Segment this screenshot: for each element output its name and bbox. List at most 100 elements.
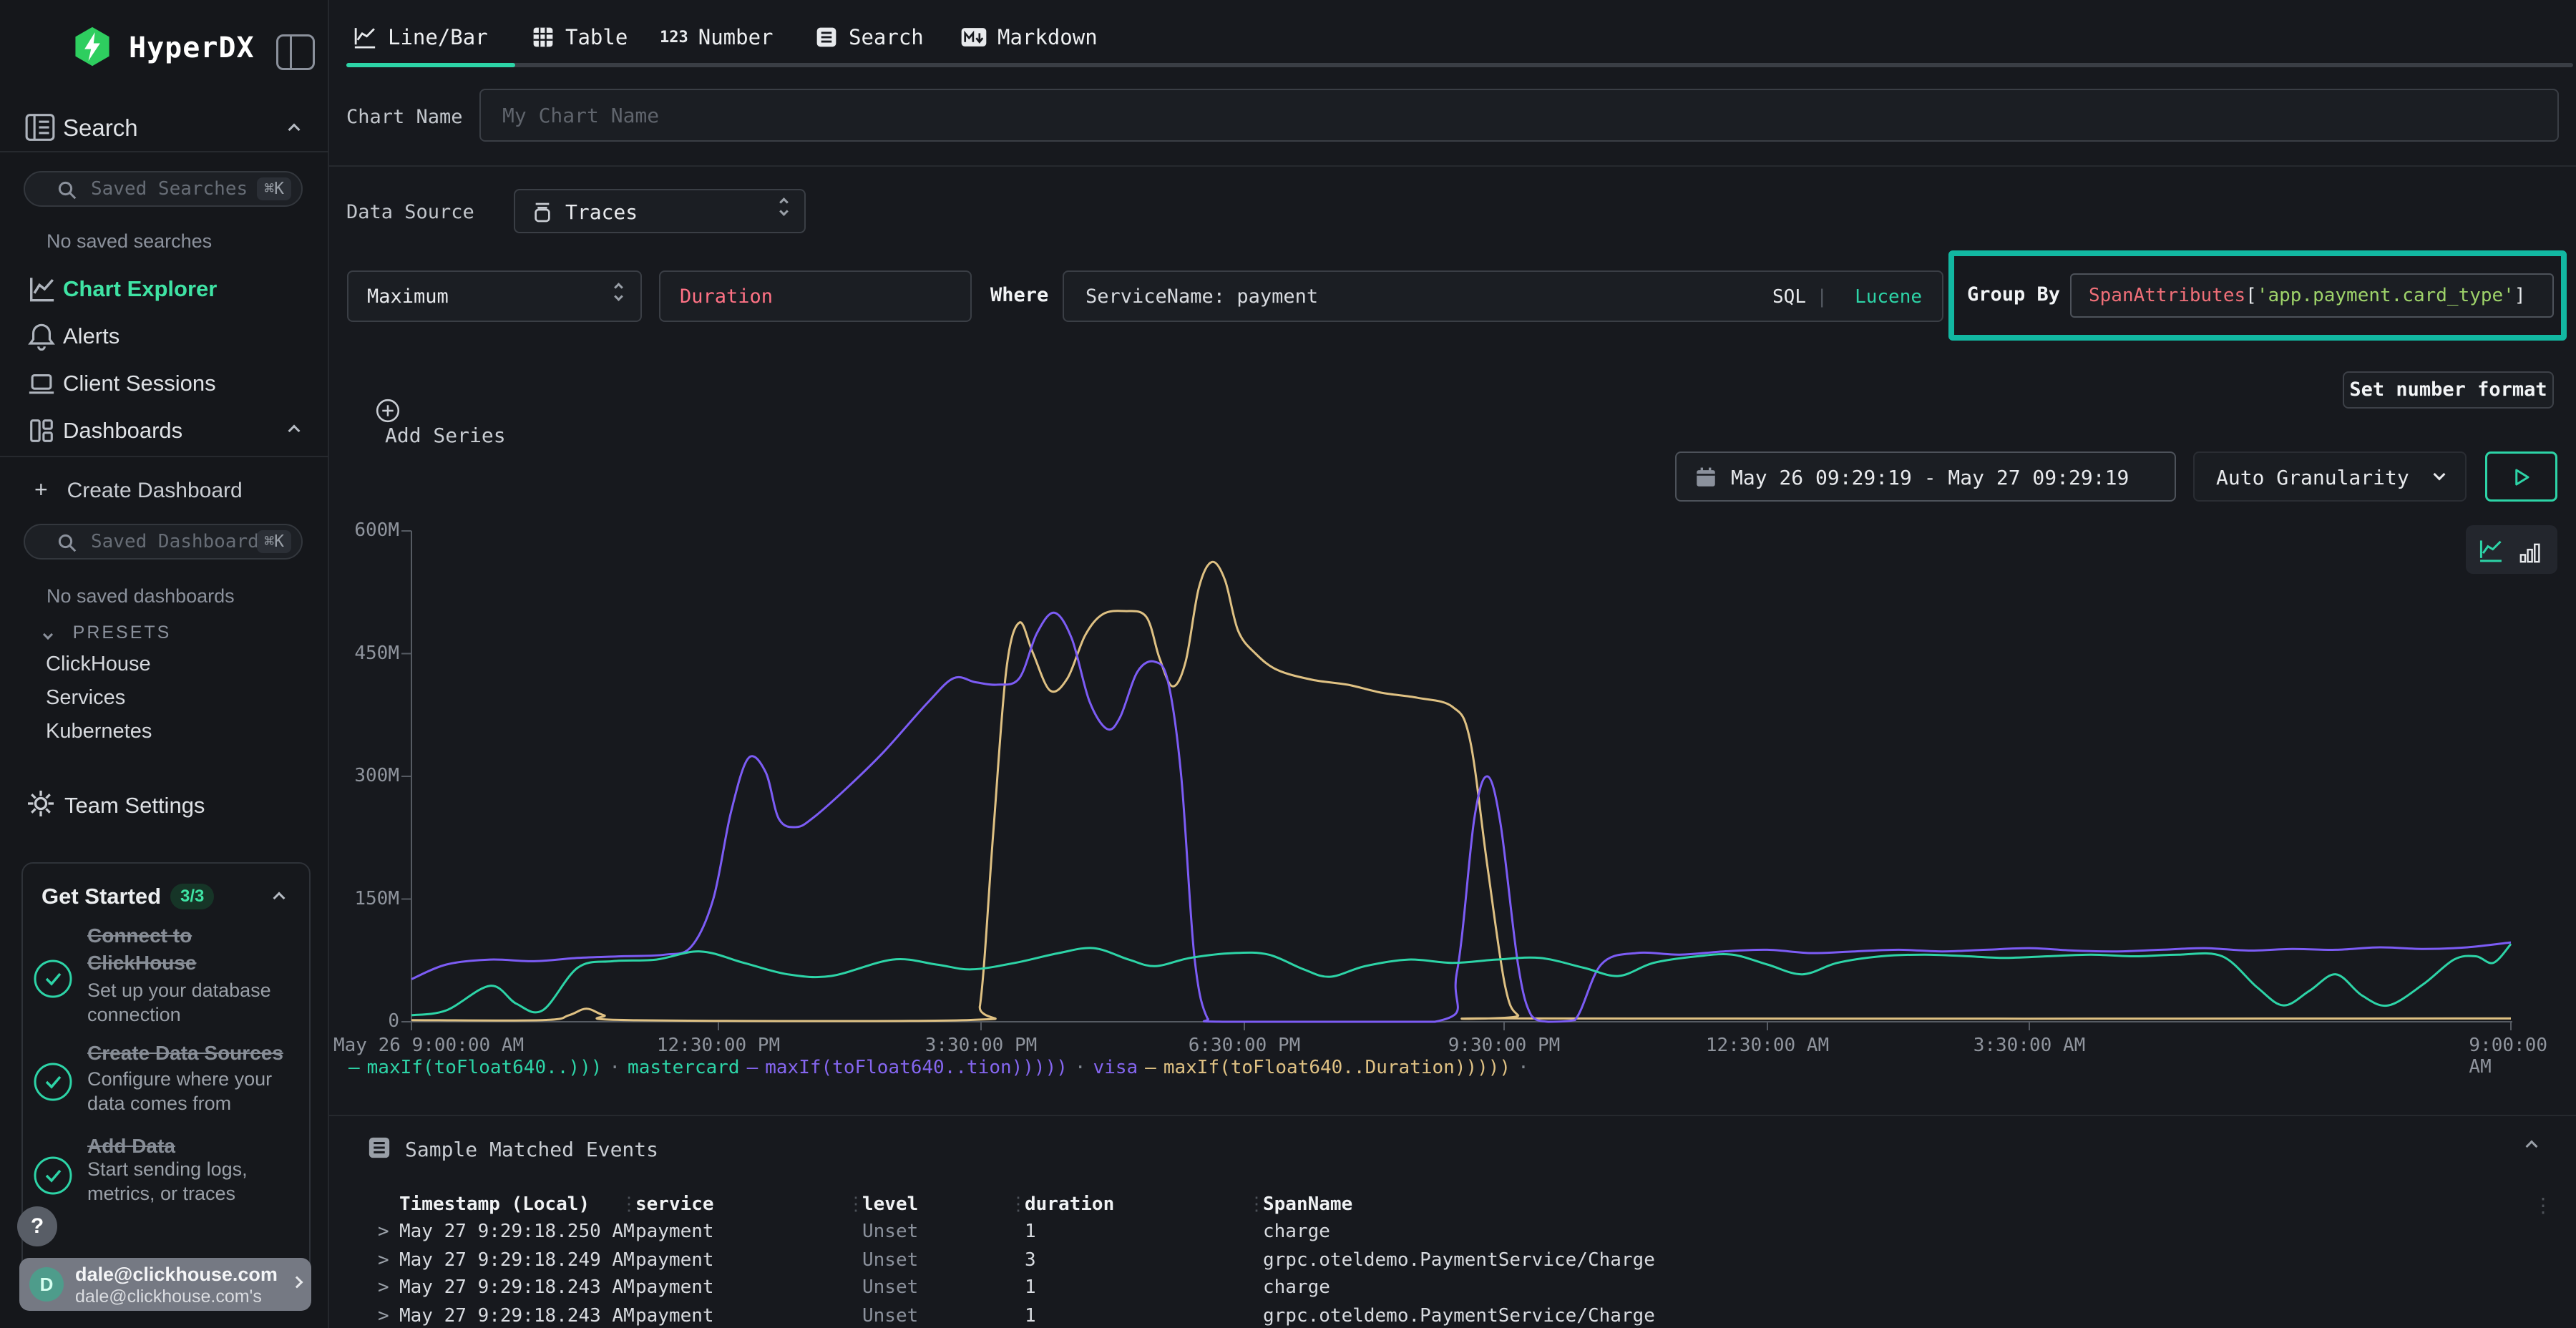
sidebar-item-client-sessions[interactable]: Client Sessions (0, 363, 329, 404)
table-cell[interactable]: charge (1263, 1276, 1330, 1298)
table-cell[interactable]: 3 (1025, 1249, 1036, 1271)
table-cell[interactable]: 1 (1025, 1276, 1036, 1298)
table-column-header[interactable]: SpanName (1263, 1193, 1352, 1215)
table-cell[interactable]: May 27 9:29:18.243 AM (399, 1305, 635, 1327)
table-cell[interactable]: charge (1263, 1221, 1330, 1242)
mode-separator: | (1816, 286, 1828, 308)
table-cell[interactable]: 1 (1025, 1221, 1036, 1242)
row-expand-chevron-icon[interactable]: > (378, 1249, 389, 1271)
table-column-header[interactable]: service (635, 1193, 714, 1215)
saved-searches-pill[interactable]: ⌘K (24, 171, 303, 207)
table-cell[interactable]: grpc.oteldemo.PaymentService/Charge (1263, 1305, 1655, 1327)
search-collapse-icon[interactable] (288, 124, 301, 136)
table-column-header[interactable]: Timestamp (Local) (399, 1193, 590, 1215)
get-started-badge: 3/3 (170, 884, 214, 909)
user-chip[interactable]: D dale@clickhouse.com dale@clickhouse.co… (19, 1258, 311, 1311)
table-cell[interactable]: grpc.oteldemo.PaymentService/Charge (1263, 1249, 1655, 1271)
set-number-format-button[interactable]: Set number format (2343, 371, 2554, 409)
table-cell[interactable]: May 27 9:29:18.249 AM (399, 1249, 635, 1271)
column-drag-handle-icon[interactable]: ⋮ (1009, 1193, 1028, 1215)
chart-name-input[interactable] (501, 90, 2162, 140)
x-tick-label: 3:30:00 PM (925, 1035, 1038, 1056)
sidebar-item-alerts[interactable]: Alerts (0, 316, 329, 356)
table-tab-icon (531, 25, 555, 49)
sidebar-item-chart-explorer[interactable]: Chart Explorer (0, 269, 329, 309)
chart-legend[interactable]: —maxIf(toFloat640..)))·mastercard—maxIf(… (348, 1057, 1536, 1078)
row-expand-chevron-icon[interactable]: > (378, 1221, 389, 1242)
table-cell[interactable]: Unset (862, 1221, 918, 1242)
table-cell[interactable]: Unset (862, 1305, 918, 1327)
chart-name-field[interactable] (479, 89, 2559, 142)
table-cell[interactable]: May 27 9:29:18.243 AM (399, 1276, 635, 1298)
date-range-picker[interactable]: May 26 09:29:19 - May 27 09:29:19 (1675, 451, 2176, 502)
sidebar-item-search[interactable]: Search (63, 114, 138, 142)
table-cell[interactable]: Unset (862, 1276, 918, 1298)
sidebar-item-team-settings[interactable]: Team Settings (64, 793, 205, 819)
presets-header[interactable]: PRESETS (44, 622, 171, 643)
sql-mode-toggle[interactable]: SQL (1772, 286, 1806, 308)
saved-dashboards-pill[interactable]: ⌘K (24, 524, 303, 560)
table-cell[interactable]: 1 (1025, 1305, 1036, 1327)
sidebar-collapse-icon[interactable] (276, 34, 315, 70)
series-line-mastercard (411, 612, 2511, 1022)
dashboards-collapse-icon[interactable] (288, 425, 301, 437)
column-drag-handle-icon[interactable]: ⋮ (620, 1193, 638, 1215)
saved-dashboards-input[interactable] (89, 528, 268, 555)
granularity-select[interactable]: Auto Granularity (2193, 451, 2467, 502)
sidebar-preset-item[interactable]: Kubernetes (46, 720, 152, 743)
column-drag-handle-icon[interactable]: ⋮ (1247, 1193, 1266, 1215)
row-expand-chevron-icon[interactable]: > (378, 1305, 389, 1327)
line-chart-toggle-icon[interactable] (2477, 537, 2504, 564)
tabbar-track (346, 63, 2573, 67)
table-column-header[interactable]: level (862, 1193, 918, 1215)
sidebar-preset-item[interactable]: ClickHouse (46, 653, 151, 676)
series-line-default (411, 944, 2511, 1015)
tab-table[interactable]: Table (531, 16, 628, 59)
group-by-value: SpanAttributes['app.payment.card_type'] (2089, 285, 2526, 306)
divider (329, 1115, 2576, 1116)
group-by-field[interactable]: SpanAttributes['app.payment.card_type'] (2070, 273, 2554, 318)
get-started-item-title[interactable]: Connect to ClickHouse (87, 922, 197, 977)
table-cell[interactable]: Unset (862, 1249, 918, 1271)
divider (0, 456, 329, 457)
get-started-collapse-icon[interactable] (273, 892, 286, 904)
y-tick-label: 0 (301, 1010, 399, 1032)
table-column-header[interactable]: duration (1025, 1193, 1114, 1215)
run-query-button[interactable] (2485, 451, 2557, 502)
table-cell[interactable]: payment (635, 1276, 714, 1298)
column-drag-handle-icon[interactable]: ⋮ (847, 1193, 865, 1215)
tab-markdown[interactable]: Markdown (960, 16, 1098, 59)
legend-line-swatch: — (1145, 1057, 1156, 1078)
tab-line-bar[interactable]: Line/Bar (352, 16, 488, 59)
table-cell[interactable]: May 27 9:29:18.250 AM (399, 1221, 635, 1242)
field-value: Duration (680, 285, 773, 308)
where-input[interactable] (1084, 272, 1742, 321)
get-started-item-title[interactable]: Create Data Sources (87, 1040, 283, 1067)
tab-search[interactable]: Search (814, 16, 924, 59)
row-expand-chevron-icon[interactable]: > (378, 1276, 389, 1298)
aggregation-select[interactable]: Maximum (347, 270, 642, 322)
events-panel-collapse-icon[interactable] (2526, 1141, 2538, 1153)
tab-number[interactable]: 123 Number (660, 16, 774, 59)
user-sub: dale@clickhouse.com's (75, 1286, 262, 1307)
sidebar-item-dashboards[interactable]: Dashboards (0, 411, 329, 451)
events-header-kebab-icon[interactable]: ⋮ (2533, 1193, 2553, 1217)
lucene-mode-toggle[interactable]: Lucene (1855, 286, 1922, 308)
sidebar-preset-item[interactable]: Services (46, 686, 125, 710)
field-input[interactable]: Duration (659, 270, 972, 322)
table-cell[interactable]: payment (635, 1305, 714, 1327)
where-field[interactable]: SQL | Lucene (1063, 270, 1943, 322)
help-button[interactable]: ? (17, 1206, 57, 1246)
create-dashboard-button[interactable]: + Create Dashboard (34, 477, 243, 503)
saved-searches-input[interactable] (89, 175, 268, 202)
table-cell[interactable]: payment (635, 1221, 714, 1242)
data-source-select[interactable]: Traces (514, 189, 806, 233)
get-started-item-title[interactable]: Add Data (87, 1133, 175, 1160)
divider (329, 165, 2576, 167)
chart-line-icon (27, 275, 56, 303)
bar-chart-toggle-icon[interactable] (2517, 541, 2542, 565)
chart-canvas[interactable] (0, 0, 2576, 1328)
group-by-token: ] (2514, 285, 2526, 306)
add-series-button[interactable]: Add Series (375, 398, 506, 447)
table-cell[interactable]: payment (635, 1249, 714, 1271)
